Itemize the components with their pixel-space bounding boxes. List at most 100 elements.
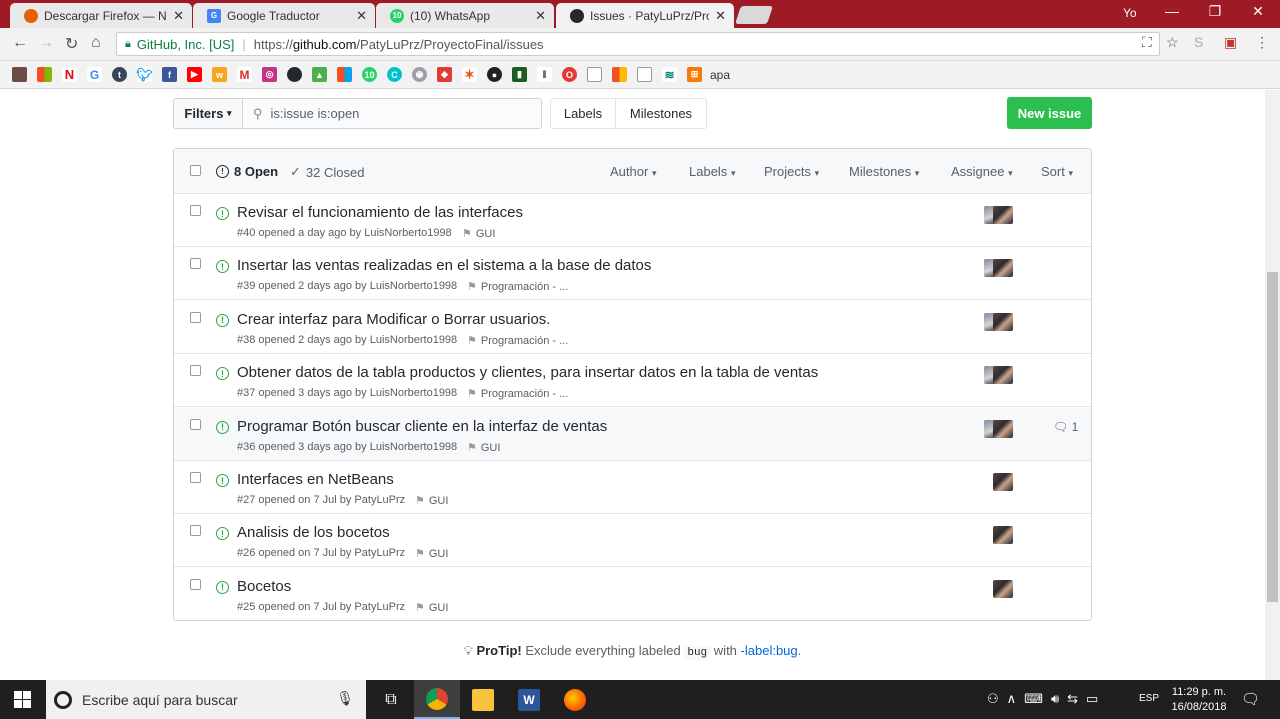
action-center-icon[interactable]: 🗨︎	[1241, 690, 1260, 708]
address-bar[interactable]: 🔒︎ GitHub, Inc. [US] | https://github.co…	[116, 32, 1160, 56]
page-icon[interactable]	[587, 67, 602, 82]
issue-checkbox[interactable]	[190, 472, 201, 483]
file-explorer-icon[interactable]	[460, 680, 506, 719]
bookmark-red-icon[interactable]: ◆	[437, 67, 452, 82]
chevron-up-icon[interactable]: ∧	[1007, 691, 1017, 707]
issue-milestone[interactable]: ⚑ Programación - ...	[467, 280, 568, 293]
assignee-avatar[interactable]	[993, 259, 1013, 278]
word-icon[interactable]: W	[506, 680, 552, 719]
task-view-icon[interactable]: ⧉	[368, 680, 414, 719]
issue-row[interactable]: ! Interfaces en NetBeans #27 opened on 7 J…	[174, 461, 1091, 514]
assignee-avatar[interactable]	[993, 526, 1013, 545]
bookmark-dark-icon[interactable]: ●	[487, 67, 502, 82]
closed-issues-tab[interactable]: ✓ 32 Closed	[290, 164, 364, 180]
bookmark-wave-icon[interactable]: ≋	[662, 67, 677, 82]
joomla-icon[interactable]: ✶	[462, 67, 477, 82]
issue-title-link[interactable]: Bocetos	[237, 578, 291, 595]
issue-title-link[interactable]: Interfaces en NetBeans	[237, 471, 394, 488]
issue-title-link[interactable]: Insertar las ventas realizadas en el sis…	[237, 257, 651, 274]
skype-icon[interactable]: S	[1194, 34, 1203, 50]
bookmark-grid-icon[interactable]: ⊞	[687, 67, 702, 82]
issue-title-link[interactable]: Crear interfaz para Modificar o Borrar u…	[237, 311, 550, 328]
cisco-icon[interactable]: ⫼	[537, 67, 552, 82]
issue-milestone[interactable]: ⚑ GUI	[415, 601, 448, 614]
chrome-taskbar-icon[interactable]	[414, 680, 460, 719]
assignee-avatar[interactable]	[993, 579, 1013, 598]
minimize-icon[interactable]: —	[1157, 3, 1187, 19]
pocket-icon[interactable]: ▣	[1224, 34, 1237, 51]
google-icon[interactable]: G	[87, 67, 102, 82]
bookmark-gray-icon[interactable]: ◉	[412, 67, 427, 82]
issue-row[interactable]: ! Revisar el funcionamiento de las interf…	[174, 194, 1091, 247]
filters-dropdown[interactable]: Filters ▾	[173, 98, 243, 129]
issue-title-link[interactable]: Obtener datos de la tabla productos y cl…	[237, 364, 818, 381]
issue-milestone[interactable]: ⚑ Programación - ...	[467, 334, 568, 347]
close-tab-icon[interactable]: ✕	[715, 8, 726, 24]
canva-icon[interactable]: C	[387, 67, 402, 82]
labels-filter[interactable]: Labels ▾	[689, 164, 735, 179]
scrollbar-thumb[interactable]	[1267, 272, 1278, 602]
issue-row[interactable]: ! Obtener datos de la tabla productos y c…	[174, 354, 1091, 408]
language-indicator[interactable]: ESP	[1139, 693, 1159, 704]
projects-filter[interactable]: Projects ▾	[764, 164, 819, 179]
opera-icon[interactable]: O	[562, 67, 577, 82]
issue-checkbox[interactable]	[190, 525, 201, 537]
bookmark-star-icon[interactable]: ☆	[1166, 34, 1179, 51]
open-issues-tab[interactable]: ! 8 Open	[216, 164, 278, 179]
issue-checkbox[interactable]	[190, 205, 201, 216]
translate-icon[interactable]: ⛶	[1142, 34, 1152, 51]
network-icon[interactable]: ⇆	[1067, 691, 1078, 707]
issue-row[interactable]: ! Programar Botón buscar cliente en la in…	[174, 407, 1091, 461]
assignee-avatar[interactable]	[993, 419, 1013, 438]
microphone-icon[interactable]: 🎙︎	[336, 690, 354, 707]
assignee-avatar[interactable]	[993, 312, 1013, 331]
clock[interactable]: 11:29 p. m. 16/08/2018	[1166, 685, 1232, 715]
bookmark-apa[interactable]: apa	[710, 68, 730, 82]
whatsapp-bookmark-icon[interactable]: 10	[362, 67, 377, 82]
close-tab-icon[interactable]: ✕	[535, 8, 546, 24]
volume-icon[interactable]: 🔊︎	[1051, 691, 1059, 707]
issue-row[interactable]: ! Analisis de los bocetos #26 opened on 7 …	[174, 514, 1091, 568]
browser-tab[interactable]: G Google Traductor ✕	[193, 3, 375, 28]
bookmark-film-icon[interactable]: ▮	[512, 67, 527, 82]
issue-search-input[interactable]: ⚲ is:issue is:open	[242, 98, 542, 129]
issue-row[interactable]: ! Insertar las ventas realizadas en el si…	[174, 247, 1091, 301]
issue-milestone[interactable]: ⚑ GUI	[415, 547, 448, 560]
instagram-icon[interactable]: ◎	[262, 67, 277, 82]
people-icon[interactable]: ⚇	[987, 691, 999, 707]
forward-icon[interactable]: →	[38, 34, 54, 52]
sort-dropdown[interactable]: Sort ▾	[1041, 164, 1073, 179]
page-scrollbar[interactable]	[1265, 90, 1280, 680]
bookmark-avatar-icon[interactable]	[12, 67, 27, 82]
back-icon[interactable]: ←	[12, 34, 28, 52]
browser-tab[interactable]: Descargar Firefox — Nav ✕	[10, 3, 192, 28]
keyboard-icon[interactable]: ⌨	[1024, 691, 1043, 707]
comments-link[interactable]: 🗨︎ 1	[1053, 420, 1078, 434]
bookmark-green-icon[interactable]: ▲	[312, 67, 327, 82]
select-all-checkbox[interactable]	[190, 165, 201, 176]
menu-icon[interactable]: ⋮	[1255, 34, 1269, 51]
browser-tab[interactable]: 10 (10) WhatsApp ✕	[376, 3, 554, 28]
youtube-icon[interactable]: ▶	[187, 67, 202, 82]
close-tab-icon[interactable]: ✕	[356, 8, 367, 24]
issue-checkbox[interactable]	[190, 311, 201, 323]
twitter-icon[interactable]: 🐦︎	[136, 67, 153, 82]
netflix-icon[interactable]: N	[62, 67, 77, 82]
assignee-filter[interactable]: Assignee ▾	[951, 164, 1013, 179]
gmail-icon[interactable]: M	[237, 67, 252, 82]
tumblr-icon[interactable]: t	[112, 67, 127, 82]
issue-title-link[interactable]: Revisar el funcionamiento de las interfa…	[237, 204, 523, 221]
assignee-avatar[interactable]	[993, 206, 1013, 224]
issue-milestone[interactable]: ⚑ GUI	[462, 227, 495, 240]
bookmark-orange-icon[interactable]: w	[212, 67, 227, 82]
close-window-icon[interactable]: ✕	[1243, 3, 1273, 20]
taskbar-search-box[interactable]: Escribe aquí para buscar 🎙︎	[46, 680, 366, 719]
browser-tab-active[interactable]: Issues · PatyLuPrz/Proyec ✕	[556, 3, 734, 28]
milestones-button[interactable]: Milestones	[615, 98, 707, 129]
microsoft-store-icon[interactable]	[612, 67, 627, 82]
microsoft-icon[interactable]	[337, 67, 352, 82]
windows-icon[interactable]	[37, 67, 52, 82]
battery-icon[interactable]: ▭	[1086, 691, 1098, 707]
issue-checkbox[interactable]	[190, 258, 201, 270]
home-icon[interactable]: ⌂	[91, 34, 101, 52]
